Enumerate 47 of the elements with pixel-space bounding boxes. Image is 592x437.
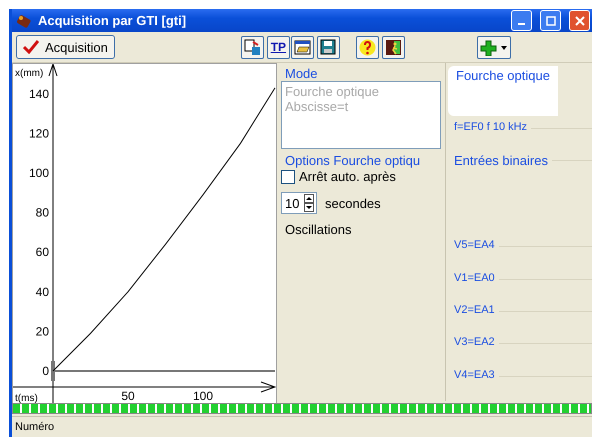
exit-door-icon[interactable] xyxy=(382,36,405,58)
mode-title: Mode xyxy=(285,66,319,81)
y-tick-label: 20 xyxy=(36,324,49,338)
x-axis-label: t(ms) xyxy=(15,393,38,404)
close-button[interactable] xyxy=(569,10,590,31)
y-tick-label: 100 xyxy=(28,166,49,180)
report-icon[interactable] xyxy=(240,36,264,58)
status-text: Numéro xyxy=(15,421,54,433)
close-icon[interactable] xyxy=(574,16,584,26)
duration-spin-field[interactable]: 10 xyxy=(281,192,317,214)
x-tick-label: 100 xyxy=(192,389,214,403)
channel-group-title: Entrées binaires xyxy=(454,153,548,168)
maximize-button[interactable] xyxy=(540,10,561,31)
spin-arrows-icon[interactable] xyxy=(304,194,314,212)
help-icon[interactable] xyxy=(356,36,379,58)
maximize-icon[interactable] xyxy=(546,16,556,26)
minimize-button[interactable] xyxy=(511,10,532,31)
add-dropdown-button[interactable] xyxy=(476,36,511,58)
y-tick-label: 120 xyxy=(28,126,49,140)
open-folder-icon[interactable] xyxy=(290,36,314,58)
options-title: Options Fourche optiqu xyxy=(285,153,422,168)
channel-label: V3=EA2 xyxy=(454,336,495,348)
channel-label: V5=EA4 xyxy=(454,239,495,252)
duration-unit: secondes xyxy=(325,196,381,210)
mode-list-item: Fourche optique xyxy=(285,84,380,99)
origin-cursor xyxy=(51,361,55,381)
app-icon xyxy=(16,12,32,28)
oscillations-label: Oscillations xyxy=(285,222,352,237)
auto-stop-checkbox[interactable] xyxy=(281,170,295,184)
y-tick-label: 40 xyxy=(36,284,49,299)
mode-list-item: Abscisse=t xyxy=(285,99,350,114)
channel-label: f=EF0 f 10 kHz xyxy=(454,120,528,133)
x-tick-label: 50 xyxy=(121,389,135,403)
channel-label: V1=EA0 xyxy=(454,272,495,284)
check-icon xyxy=(23,40,39,54)
y-tick-label: 140 xyxy=(28,86,49,101)
y-tick-label: 0 xyxy=(42,364,49,378)
y-axis-label: x(mm) xyxy=(15,68,44,79)
window-title: Acquisition par GTI [gti] xyxy=(38,13,188,28)
y-tick-label: 80 xyxy=(36,206,49,220)
channel-label: V4=EA3 xyxy=(454,368,495,381)
tp-button[interactable]: TP xyxy=(266,36,290,58)
channel-title: Fourche optique xyxy=(456,68,550,83)
y-tick-label: 60 xyxy=(36,245,49,260)
channel-label: V2=EA1 xyxy=(454,304,495,316)
auto-stop-label: Arrêt auto. après xyxy=(299,169,396,184)
acquisition-button[interactable]: Acquisition xyxy=(16,35,115,59)
